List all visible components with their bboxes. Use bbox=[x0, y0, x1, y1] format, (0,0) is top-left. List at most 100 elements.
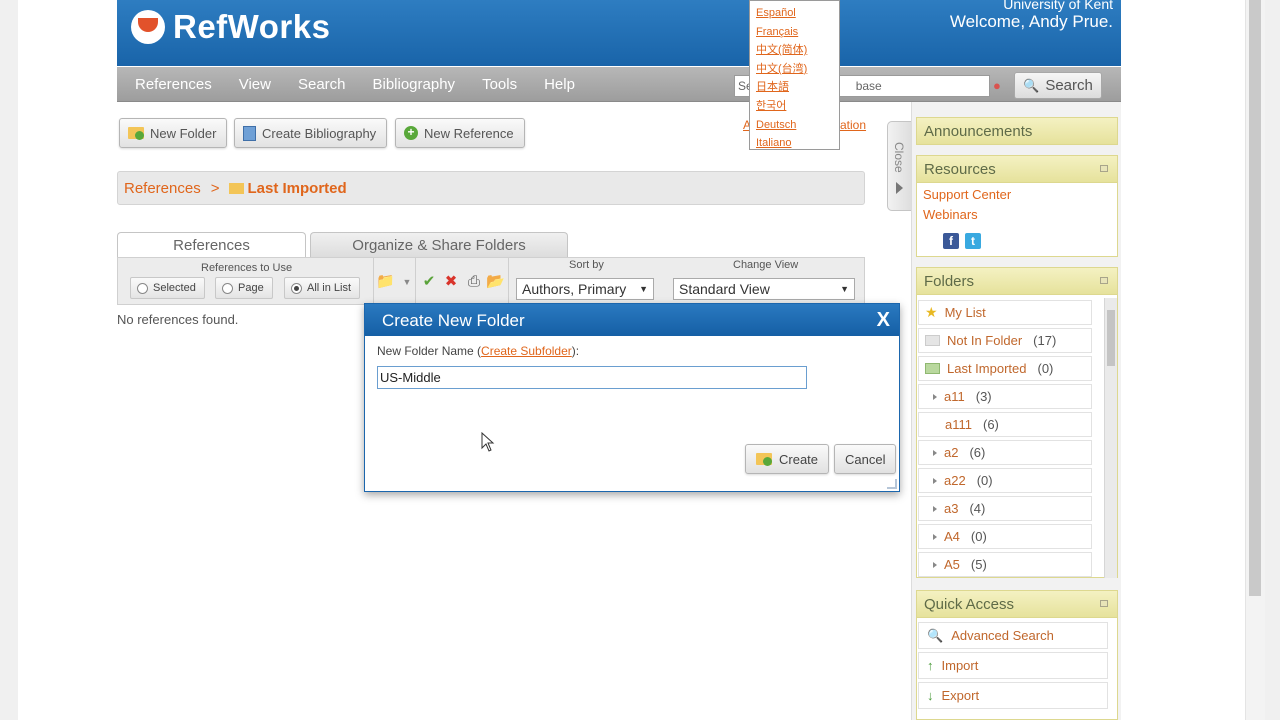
lang-german[interactable]: Deutsch bbox=[756, 116, 833, 135]
minimize-icon[interactable] bbox=[1100, 600, 1108, 607]
folder-count: (3) bbox=[975, 389, 992, 404]
print-icon[interactable]: ⎙ bbox=[465, 273, 483, 291]
quick-item-label: Advanced Search bbox=[951, 628, 1054, 643]
lang-chinese-taiwan[interactable]: 中文(台湾) bbox=[756, 60, 833, 79]
plus-icon: + bbox=[404, 126, 418, 140]
facebook-icon[interactable]: f bbox=[943, 233, 959, 249]
folder-name: a3 bbox=[944, 501, 959, 516]
arrow-up-icon: ↑ bbox=[927, 658, 934, 673]
option-page[interactable]: Page bbox=[215, 277, 273, 299]
search-button[interactable]: 🔍 Search bbox=[1014, 72, 1102, 99]
announcements-header[interactable]: Announcements bbox=[916, 117, 1118, 145]
close-panel-tab[interactable]: Close bbox=[887, 121, 911, 211]
folder-a111[interactable]: a111 (6) bbox=[918, 412, 1092, 437]
create-subfolder-link[interactable]: Create Subfolder bbox=[481, 344, 572, 358]
expand-caret-icon[interactable] bbox=[933, 561, 937, 568]
lang-spanish[interactable]: Español bbox=[756, 4, 833, 23]
webinars-link[interactable]: Webinars bbox=[917, 205, 1117, 225]
window-scrollbar[interactable] bbox=[1245, 0, 1265, 720]
resize-grip-icon[interactable] bbox=[887, 479, 897, 489]
folder-count: (6) bbox=[969, 445, 986, 460]
folder-not-in-folder[interactable]: Not In Folder (17) bbox=[918, 328, 1092, 353]
sort-by-value: Authors, Primary bbox=[522, 281, 627, 297]
breadcrumb-references[interactable]: References bbox=[124, 180, 201, 197]
add-to-folder-icon[interactable]: 📁 bbox=[376, 273, 395, 291]
quick-export[interactable]: ↓ Export bbox=[918, 682, 1108, 709]
chevron-down-icon: ▼ bbox=[639, 284, 648, 294]
expand-caret-icon[interactable] bbox=[933, 477, 937, 484]
menu-view[interactable]: View bbox=[239, 76, 271, 93]
support-center-link[interactable]: Support Center bbox=[917, 183, 1117, 205]
option-selected[interactable]: Selected bbox=[130, 277, 205, 299]
menu-references[interactable]: References bbox=[135, 76, 212, 93]
expand-caret-icon[interactable] bbox=[933, 505, 937, 512]
expand-caret-icon[interactable] bbox=[933, 533, 937, 540]
quick-item-label: Export bbox=[941, 688, 980, 703]
change-view-select[interactable]: Standard View ▼ bbox=[673, 278, 855, 300]
tab-organize-share-folders[interactable]: Organize & Share Folders bbox=[310, 232, 568, 258]
minimize-icon[interactable] bbox=[1100, 277, 1108, 284]
folder-last-imported[interactable]: Last Imported (0) bbox=[918, 356, 1092, 381]
quick-advanced-search[interactable]: 🔍 Advanced Search bbox=[918, 622, 1108, 649]
create-bibliography-button[interactable]: Create Bibliography bbox=[234, 118, 388, 148]
edit-icon[interactable]: ✔ bbox=[420, 273, 438, 291]
lang-french[interactable]: Français bbox=[756, 23, 833, 42]
folders-header[interactable]: Folders bbox=[916, 267, 1118, 295]
minimize-icon[interactable] bbox=[1100, 165, 1108, 172]
expand-caret-icon[interactable] bbox=[933, 449, 937, 456]
lang-japanese[interactable]: 日本語 bbox=[756, 78, 833, 97]
language-dropdown: Español Français 中文(简体) 中文(台湾) 日本語 한국어 D… bbox=[749, 0, 840, 150]
folder-count: (5) bbox=[970, 557, 987, 572]
divider bbox=[373, 258, 374, 304]
radio-icon bbox=[137, 282, 148, 294]
new-reference-label: New Reference bbox=[424, 125, 514, 141]
folders-scrollbar-thumb[interactable] bbox=[1107, 310, 1115, 366]
advanced-link-right[interactable]: ation bbox=[840, 118, 866, 132]
option-all-in-list[interactable]: All in List bbox=[284, 277, 361, 299]
menu-help[interactable]: Help bbox=[544, 76, 575, 93]
folder-name: A5 bbox=[944, 557, 960, 572]
lang-chinese-simplified[interactable]: 中文(简体) bbox=[756, 41, 833, 60]
menu-search[interactable]: Search bbox=[298, 76, 346, 93]
twitter-icon[interactable]: t bbox=[965, 233, 981, 249]
tab-references[interactable]: References bbox=[117, 232, 306, 258]
folder-share-icon[interactable]: 📂 bbox=[486, 273, 505, 291]
chevron-down-icon[interactable]: ▼ bbox=[398, 273, 416, 291]
new-folder-button[interactable]: New Folder bbox=[119, 118, 228, 148]
breadcrumb-current: Last Imported bbox=[229, 180, 347, 197]
delete-icon[interactable]: ✖ bbox=[442, 273, 460, 291]
folder-a2[interactable]: a2 (6) bbox=[918, 440, 1092, 465]
folder-name: A4 bbox=[944, 529, 960, 544]
resources-header[interactable]: Resources bbox=[916, 155, 1118, 183]
folder-a5[interactable]: A5 (5) bbox=[918, 552, 1092, 577]
cancel-button[interactable]: Cancel bbox=[834, 444, 897, 474]
new-folder-label: New Folder bbox=[150, 125, 217, 141]
quick-import[interactable]: ↑ Import bbox=[918, 652, 1108, 679]
main-menu: References View Search Bibliography Tool… bbox=[135, 76, 575, 93]
lang-italian[interactable]: Italiano bbox=[756, 134, 833, 153]
folder-a4[interactable]: A4 (0) bbox=[918, 524, 1092, 549]
lang-korean[interactable]: 한국어 bbox=[756, 97, 833, 116]
sort-by-select[interactable]: Authors, Primary ▼ bbox=[516, 278, 654, 300]
clear-search-icon[interactable]: ● bbox=[993, 78, 1009, 94]
window-scrollbar-thumb[interactable] bbox=[1249, 0, 1261, 596]
folders-scrollbar[interactable] bbox=[1104, 298, 1117, 578]
social-links: f t bbox=[917, 225, 1117, 249]
folder-count: (17) bbox=[1033, 333, 1057, 348]
folder-count: (6) bbox=[983, 417, 999, 432]
create-button[interactable]: Create bbox=[745, 444, 830, 474]
folder-name-input[interactable] bbox=[377, 366, 807, 389]
folder-a11[interactable]: a11 (3) bbox=[918, 384, 1092, 409]
new-folder-icon bbox=[128, 127, 144, 140]
new-reference-button[interactable]: + New Reference bbox=[395, 118, 525, 148]
refworks-logo[interactable]: RefWorks bbox=[131, 8, 330, 46]
menu-bibliography[interactable]: Bibliography bbox=[373, 76, 456, 93]
folder-a22[interactable]: a22 (0) bbox=[918, 468, 1092, 493]
folder-a3[interactable]: a3 (4) bbox=[918, 496, 1092, 521]
quick-access-header[interactable]: Quick Access bbox=[916, 590, 1118, 618]
close-icon[interactable]: X bbox=[877, 309, 890, 332]
radio-selected-icon bbox=[291, 282, 302, 294]
menu-tools[interactable]: Tools bbox=[482, 76, 517, 93]
folder-my-list[interactable]: ★ My List bbox=[918, 300, 1092, 325]
expand-caret-icon[interactable] bbox=[933, 393, 937, 400]
